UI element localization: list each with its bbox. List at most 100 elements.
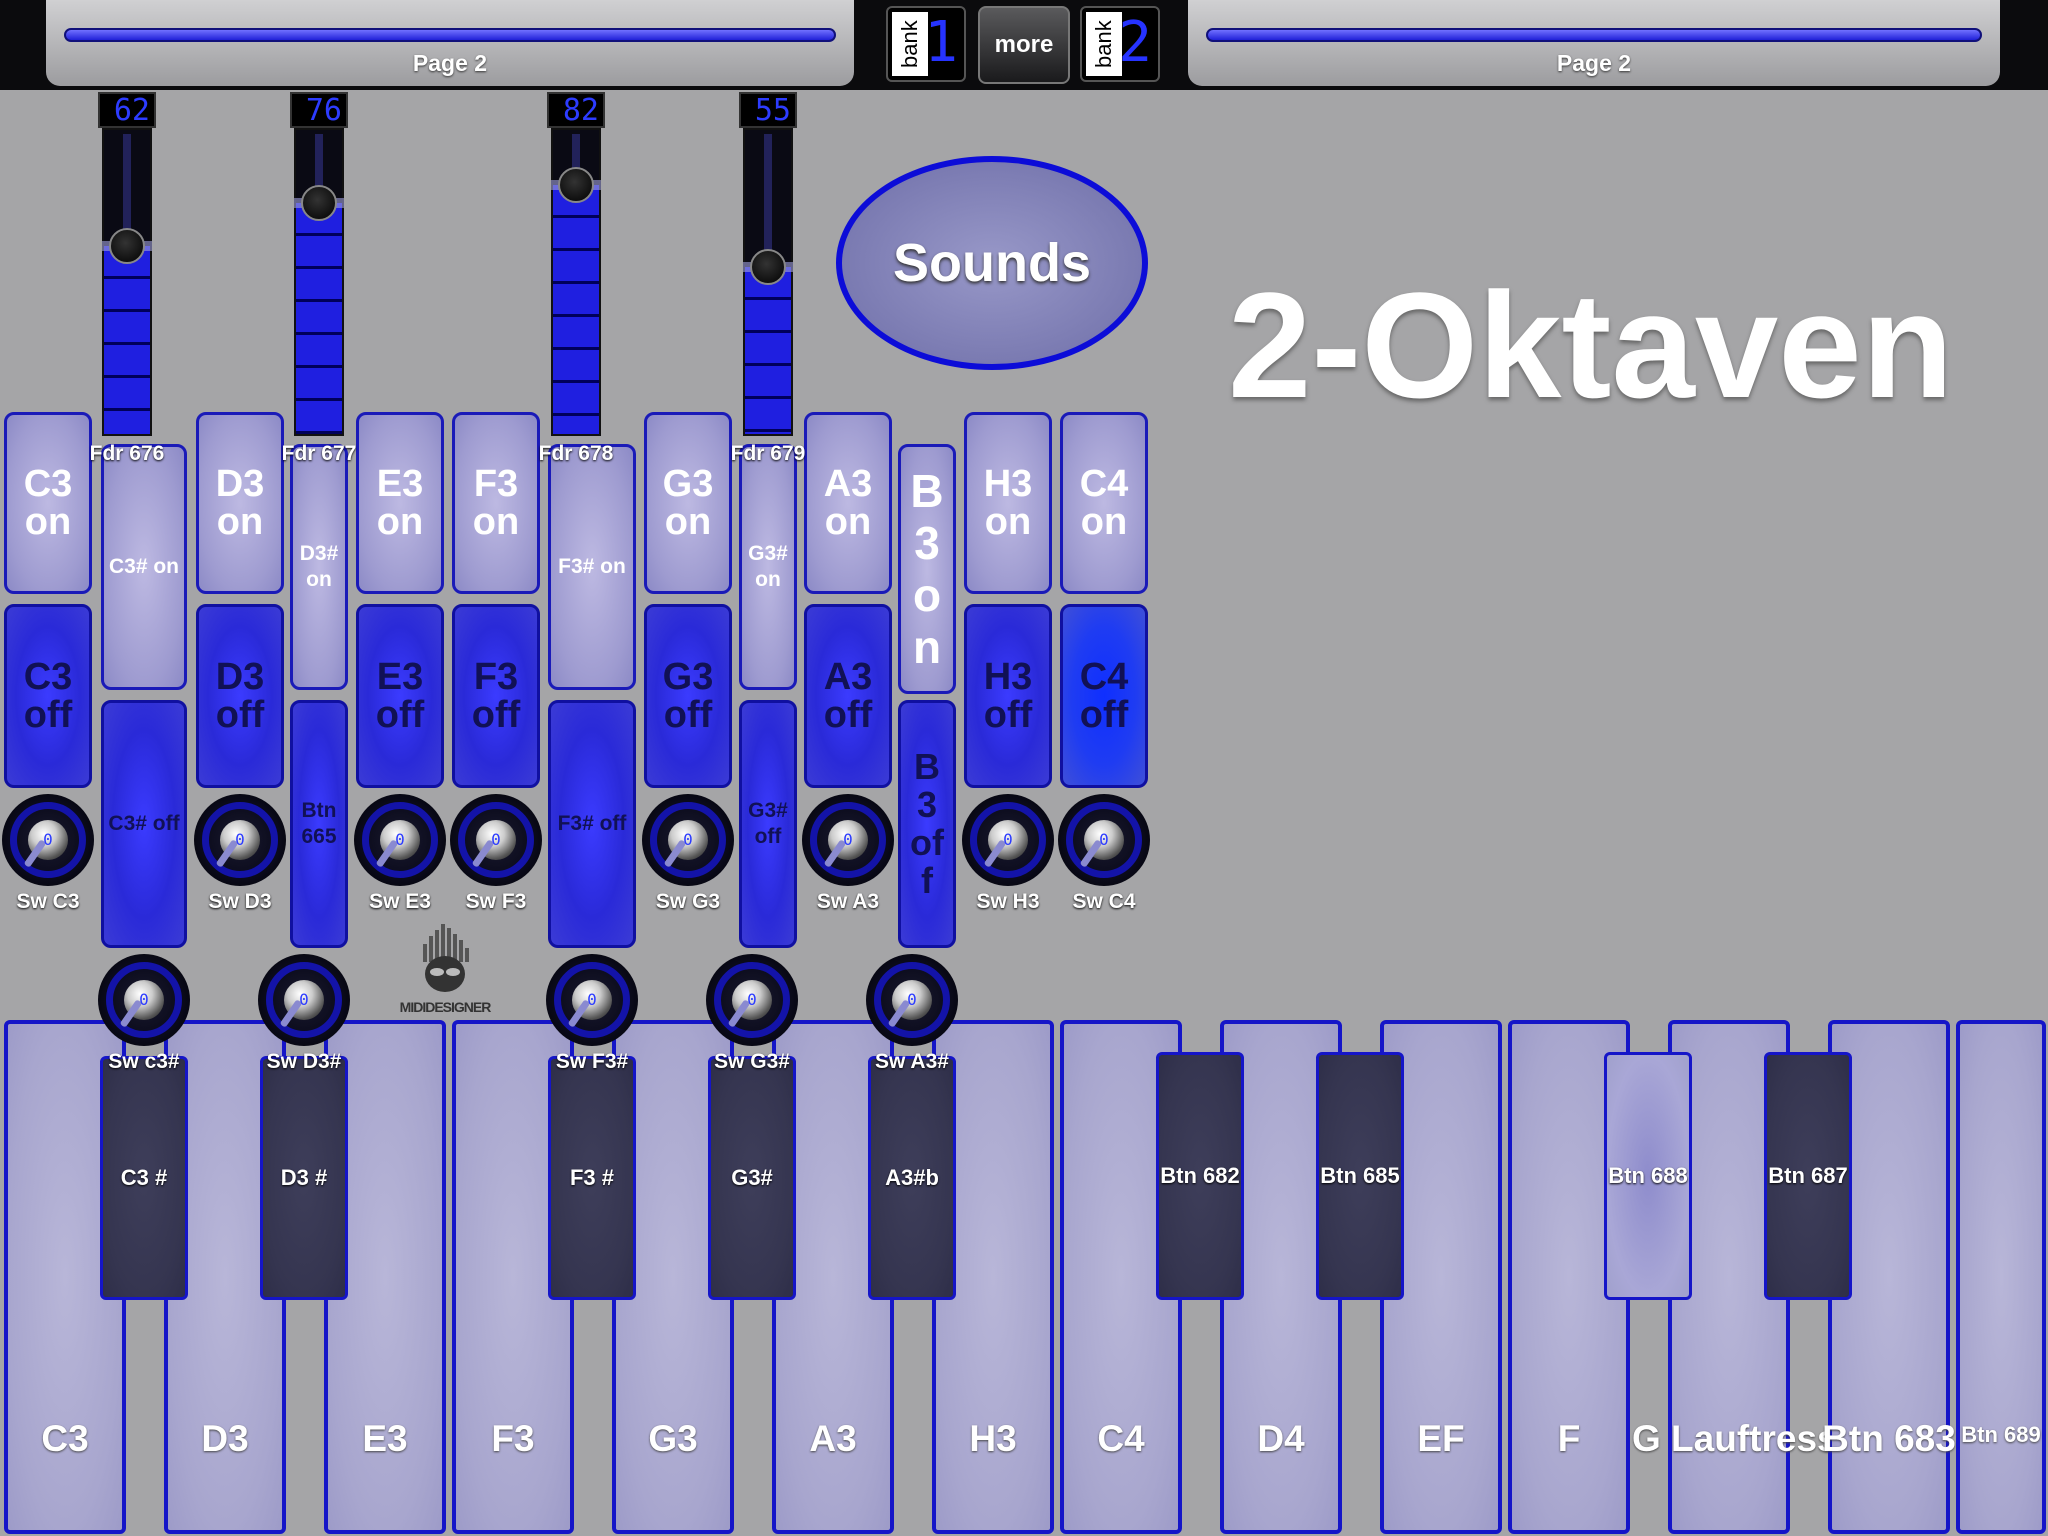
more-button[interactable]: more bbox=[978, 6, 1070, 84]
fader-track[interactable] bbox=[294, 128, 344, 436]
sw-g3-knob[interactable]: 0 bbox=[642, 794, 734, 886]
fader-track[interactable] bbox=[743, 128, 793, 436]
sw-h3-knob[interactable]: 0 bbox=[962, 794, 1054, 886]
bank-number: 1 bbox=[924, 10, 958, 75]
bank-2-button[interactable]: bank 2 bbox=[1080, 6, 1160, 82]
c3-off-button[interactable]: C3 off bbox=[4, 604, 92, 788]
sounds-button[interactable]: Sounds bbox=[836, 156, 1148, 370]
knob-label: Sw E3 bbox=[369, 890, 431, 913]
d3-on-button[interactable]: D3 on bbox=[196, 412, 284, 594]
fader-thumb[interactable] bbox=[558, 167, 594, 203]
fader-678[interactable]: 82 bbox=[547, 92, 605, 436]
knob-value: 0 bbox=[395, 830, 405, 849]
fader-thumb[interactable] bbox=[301, 185, 337, 221]
c3-on-button[interactable]: C3 on bbox=[4, 412, 92, 594]
b3-on-button[interactable]: B3on bbox=[898, 444, 956, 694]
knob-value: 0 bbox=[43, 830, 53, 849]
knob-label: Sw G3# bbox=[714, 1050, 790, 1073]
fader-track[interactable] bbox=[102, 128, 152, 436]
page-title: 2-Oktaven bbox=[1228, 261, 1954, 429]
g3-off-button[interactable]: G3 off bbox=[644, 604, 732, 788]
page-slider-left[interactable] bbox=[64, 28, 836, 42]
e3-on-button[interactable]: E3 on bbox=[356, 412, 444, 594]
key-label: F bbox=[1557, 1418, 1581, 1459]
black-key-d3-sharp[interactable]: D3 # bbox=[260, 1056, 348, 1300]
fader-track[interactable] bbox=[551, 128, 601, 436]
knob-value: 0 bbox=[299, 990, 309, 1009]
key-label: Btn 689 bbox=[1961, 1422, 2041, 1447]
d3-sharp-on-button[interactable]: D3# on bbox=[290, 444, 348, 690]
sw-d3-sharp-knob[interactable]: 0 bbox=[258, 954, 350, 1046]
page-slider-right[interactable] bbox=[1206, 28, 1982, 42]
a3-on-button[interactable]: A3 on bbox=[804, 412, 892, 594]
knob-label: Sw F3# bbox=[555, 1050, 629, 1073]
page-selector-left[interactable]: Page 2 bbox=[46, 0, 854, 86]
fader-676[interactable]: 62 bbox=[98, 92, 156, 436]
sw-d3-knob[interactable]: 0 bbox=[194, 794, 286, 886]
bank-label: bank bbox=[1086, 12, 1122, 76]
knob-value: 0 bbox=[587, 990, 597, 1009]
b3-off-button[interactable]: B3off bbox=[898, 700, 956, 948]
f3-sharp-off-button[interactable]: F3# off bbox=[548, 700, 636, 948]
knob-value: 0 bbox=[1099, 830, 1109, 849]
g3-on-button[interactable]: G3 on bbox=[644, 412, 732, 594]
bank-1-button[interactable]: bank 1 bbox=[886, 6, 966, 82]
black-key-a3-sharp[interactable]: A3#b bbox=[868, 1056, 956, 1300]
f3-sharp-on-button[interactable]: F3# on bbox=[548, 444, 636, 690]
fader-677[interactable]: 76 bbox=[290, 92, 348, 436]
g3-sharp-off-button[interactable]: G3# off bbox=[739, 700, 797, 948]
c4-on-button[interactable]: C4 on bbox=[1060, 412, 1148, 594]
fader-679[interactable]: 55 bbox=[739, 92, 797, 436]
f3-on-button[interactable]: F3 on bbox=[452, 412, 540, 594]
white-key-btn-689[interactable]: Btn 689 bbox=[1956, 1020, 2046, 1534]
d3-off-button[interactable]: D3 off bbox=[196, 604, 284, 788]
black-key-g3-sharp[interactable]: G3# bbox=[708, 1056, 796, 1300]
black-key-btn-687[interactable]: Btn 687 bbox=[1764, 1052, 1852, 1300]
g3-sharp-on-button[interactable]: G3# on bbox=[739, 444, 797, 690]
key-label: EF bbox=[1417, 1418, 1465, 1459]
knob-label: Sw C3 bbox=[16, 890, 80, 913]
c3-sharp-on-button[interactable]: C3# on bbox=[101, 444, 187, 690]
page-label-right: Page 2 bbox=[1556, 50, 1632, 76]
sw-e3-knob[interactable]: 0 bbox=[354, 794, 446, 886]
sw-c4-knob[interactable]: 0 bbox=[1058, 794, 1150, 886]
knob-value: 0 bbox=[747, 990, 757, 1009]
knob-value: 0 bbox=[235, 830, 245, 849]
key-label: G3 bbox=[648, 1418, 698, 1459]
sw-c3-sharp-knob[interactable]: 0 bbox=[98, 954, 190, 1046]
black-key-c3-sharp[interactable]: C3 # bbox=[100, 1056, 188, 1300]
sw-g3-sharp-knob[interactable]: 0 bbox=[706, 954, 798, 1046]
black-key-btn-682[interactable]: Btn 682 bbox=[1156, 1052, 1244, 1300]
btn-665[interactable]: Btn 665 bbox=[290, 700, 348, 948]
sw-a3-sharp-knob[interactable]: 0 bbox=[866, 954, 958, 1046]
knob-label: Sw H3 bbox=[976, 890, 1040, 913]
f3-off-button[interactable]: F3 off bbox=[452, 604, 540, 788]
e3-off-button[interactable]: E3 off bbox=[356, 604, 444, 788]
knob-value: 0 bbox=[1003, 830, 1013, 849]
sw-f3-sharp-knob[interactable]: 0 bbox=[546, 954, 638, 1046]
knob-label: Sw A3# bbox=[875, 1050, 949, 1073]
fader-value-display: 62 bbox=[98, 92, 156, 128]
logo-text: MIDIDESIGNER bbox=[399, 999, 492, 1015]
key-label: D4 bbox=[1257, 1418, 1305, 1459]
sw-c3-knob[interactable]: 0 bbox=[2, 794, 94, 886]
h3-off-button[interactable]: H3 off bbox=[964, 604, 1052, 788]
h3-on-button[interactable]: H3 on bbox=[964, 412, 1052, 594]
key-label: E3 bbox=[362, 1418, 408, 1459]
black-key-f3-sharp[interactable]: F3 # bbox=[548, 1056, 636, 1300]
black-key-btn-688[interactable]: Btn 688 bbox=[1604, 1052, 1692, 1300]
c3-sharp-off-button[interactable]: C3# off bbox=[101, 700, 187, 948]
key-label: C4 bbox=[1097, 1418, 1145, 1459]
knob-label: Sw F3 bbox=[465, 890, 527, 913]
a3-off-button[interactable]: A3 off bbox=[804, 604, 892, 788]
c4-off-button[interactable]: C4 off bbox=[1060, 604, 1148, 788]
sw-f3-knob[interactable]: 0 bbox=[450, 794, 542, 886]
key-label: Btn 683 bbox=[1822, 1418, 1956, 1459]
black-key-btn-685[interactable]: Btn 685 bbox=[1316, 1052, 1404, 1300]
page-selector-right[interactable]: Page 2 bbox=[1188, 0, 2000, 86]
knob-label: Sw D3 bbox=[208, 890, 272, 913]
fader-thumb[interactable] bbox=[109, 228, 145, 264]
sw-a3-knob[interactable]: 0 bbox=[802, 794, 894, 886]
fader-value-display: 82 bbox=[547, 92, 605, 128]
fader-thumb[interactable] bbox=[750, 249, 786, 285]
